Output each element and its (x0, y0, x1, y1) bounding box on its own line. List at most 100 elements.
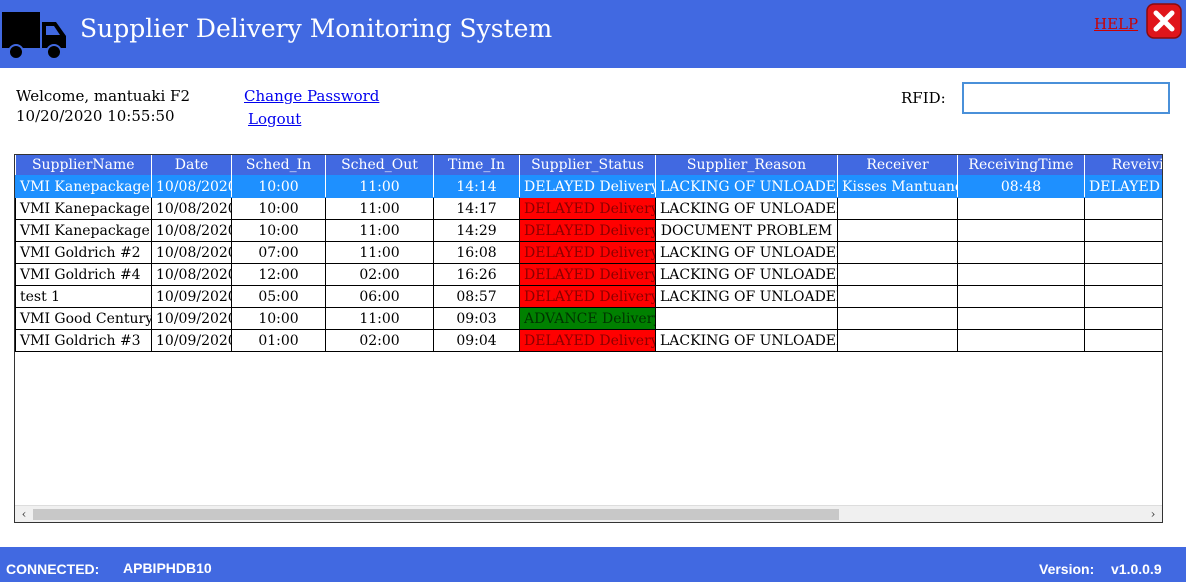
column-header[interactable]: Sched_Out (325, 155, 434, 176)
table-cell[interactable]: 14:14 (433, 175, 520, 198)
table-cell[interactable]: VMI Goldrich #3 (15, 329, 152, 352)
close-icon[interactable] (1146, 3, 1182, 39)
table-cell[interactable]: 10/08/2020 (151, 175, 232, 198)
table-cell[interactable]: 07:00 (231, 241, 326, 264)
table-cell[interactable]: 09:04 (433, 329, 520, 352)
table-row[interactable]: VMI Kanepackage 10/08/2020 10:00 11:00 14:29… (15, 219, 1162, 242)
table-cell[interactable]: 11:00 (325, 219, 434, 242)
table-cell[interactable]: 10/08/2020 (151, 241, 232, 264)
scroll-right-icon[interactable]: › (1146, 506, 1160, 522)
column-header[interactable]: SupplierName (15, 155, 152, 176)
delivery-grid[interactable]: SupplierName Date Sched_In Sched_Out Time_In… (14, 154, 1163, 523)
table-cell[interactable]: VMI Goldrich #4 (15, 263, 152, 286)
table-cell[interactable] (837, 241, 958, 264)
table-cell[interactable]: 11:00 (325, 197, 434, 220)
table-cell[interactable]: 10:00 (231, 175, 326, 198)
table-cell[interactable]: 10/09/2020 (151, 329, 232, 352)
table-cell[interactable]: VMI Kanepackage (15, 197, 152, 220)
table-cell[interactable]: 08:48 (957, 175, 1085, 198)
table-cell[interactable] (1084, 197, 1162, 220)
table-cell[interactable]: 14:29 (433, 219, 520, 242)
table-cell[interactable] (837, 285, 958, 308)
table-cell[interactable] (957, 329, 1085, 352)
table-cell[interactable]: LACKING OF UNLOADER (655, 175, 838, 198)
status-cell[interactable]: DELAYED Delivery (519, 219, 656, 242)
table-cell[interactable]: DELAYED R (1084, 175, 1162, 198)
table-cell[interactable]: LACKING OF UNLOADER (655, 329, 838, 352)
table-cell[interactable]: 01:00 (231, 329, 326, 352)
table-cell[interactable]: 05:00 (231, 285, 326, 308)
table-cell[interactable]: 06:00 (325, 285, 434, 308)
table-cell[interactable]: 12:00 (231, 263, 326, 286)
table-cell[interactable] (1084, 241, 1162, 264)
table-cell[interactable]: 10/08/2020 (151, 263, 232, 286)
table-cell[interactable] (837, 263, 958, 286)
status-cell[interactable]: ADVANCE Delivery (519, 307, 656, 330)
table-cell[interactable]: 02:00 (325, 263, 434, 286)
table-cell[interactable]: 10/09/2020 (151, 307, 232, 330)
column-header[interactable]: Supplier_Status (519, 155, 656, 176)
status-cell[interactable]: DELAYED Delivery (519, 329, 656, 352)
table-cell[interactable]: Kisses Mantuano (837, 175, 958, 198)
table-cell[interactable] (1084, 285, 1162, 308)
table-cell[interactable] (1084, 307, 1162, 330)
column-header[interactable]: Date (151, 155, 232, 176)
table-row[interactable]: VMI Goldrich #4 10/08/2020 12:00 02:00 16:26… (15, 263, 1162, 286)
table-cell[interactable]: LACKING OF UNLOADER (655, 263, 838, 286)
table-cell[interactable] (655, 307, 838, 330)
table-cell[interactable]: 10/08/2020 (151, 219, 232, 242)
table-cell[interactable]: 10/08/2020 (151, 197, 232, 220)
column-header[interactable]: Time_In (433, 155, 520, 176)
status-cell[interactable]: DELAYED Delivery (519, 285, 656, 308)
table-cell[interactable] (957, 197, 1085, 220)
table-row[interactable]: VMI Kanepackage 10/08/2020 10:00 11:00 14:14… (15, 175, 1162, 198)
table-cell[interactable]: 16:08 (433, 241, 520, 264)
scroll-left-icon[interactable]: ‹ (17, 506, 31, 522)
table-cell[interactable] (1084, 263, 1162, 286)
column-header[interactable]: Reveiving_S (1084, 155, 1162, 176)
table-cell[interactable]: 10:00 (231, 197, 326, 220)
table-row[interactable]: VMI Kanepackage 10/08/2020 10:00 11:00 14:17… (15, 197, 1162, 220)
table-cell[interactable]: test 1 (15, 285, 152, 308)
column-header[interactable]: ReceivingTime (957, 155, 1085, 176)
table-row[interactable]: VMI Good Century 10/09/2020 10:00 11:00 09:0… (15, 307, 1162, 330)
table-cell[interactable] (837, 307, 958, 330)
table-cell[interactable]: LACKING OF UNLOADER (655, 285, 838, 308)
table-cell[interactable] (957, 285, 1085, 308)
column-header[interactable]: Supplier_Reason (655, 155, 838, 176)
table-cell[interactable]: 11:00 (325, 307, 434, 330)
table-cell[interactable] (1084, 329, 1162, 352)
table-cell[interactable]: VMI Kanepackage (15, 219, 152, 242)
scrollbar-thumb[interactable] (33, 509, 839, 520)
status-cell[interactable]: DELAYED Delivery (519, 197, 656, 220)
table-row[interactable]: VMI Goldrich #2 10/08/2020 07:00 11:00 16:08… (15, 241, 1162, 264)
table-cell[interactable]: 11:00 (325, 175, 434, 198)
table-cell[interactable] (837, 329, 958, 352)
table-cell[interactable]: 10:00 (231, 219, 326, 242)
status-cell[interactable]: DELAYED Delivery (519, 263, 656, 286)
table-cell[interactable] (1084, 219, 1162, 242)
table-cell[interactable]: 08:57 (433, 285, 520, 308)
table-cell[interactable]: DOCUMENT PROBLEM (655, 219, 838, 242)
table-cell[interactable]: LACKING OF UNLOADER (655, 197, 838, 220)
table-cell[interactable]: 10/09/2020 (151, 285, 232, 308)
column-header[interactable]: Receiver (837, 155, 958, 176)
table-cell[interactable] (837, 197, 958, 220)
status-cell[interactable]: DELAYED Delivery (519, 175, 656, 198)
table-cell[interactable]: 09:03 (433, 307, 520, 330)
rfid-input[interactable] (962, 82, 1170, 114)
table-cell[interactable]: 11:00 (325, 241, 434, 264)
table-cell[interactable]: VMI Goldrich #2 (15, 241, 152, 264)
table-cell[interactable] (957, 263, 1085, 286)
table-cell[interactable]: 16:26 (433, 263, 520, 286)
table-cell[interactable]: VMI Kanepackage (15, 175, 152, 198)
table-cell[interactable] (957, 241, 1085, 264)
table-cell[interactable] (957, 219, 1085, 242)
table-cell[interactable] (837, 219, 958, 242)
table-cell[interactable]: 10:00 (231, 307, 326, 330)
table-cell[interactable] (957, 307, 1085, 330)
logout-link[interactable]: Logout (248, 110, 301, 128)
table-cell[interactable]: LACKING OF UNLOADER (655, 241, 838, 264)
horizontal-scrollbar[interactable]: ‹ › (15, 505, 1162, 522)
column-header[interactable]: Sched_In (231, 155, 326, 176)
